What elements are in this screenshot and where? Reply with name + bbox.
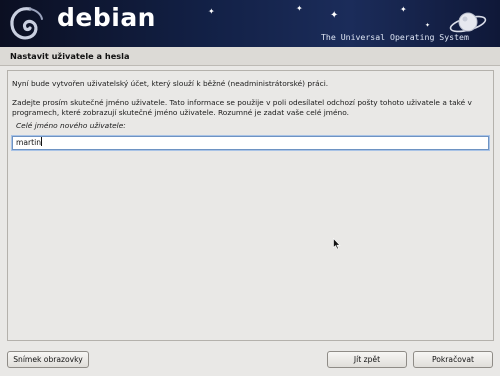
screenshot-button-label: Snímek obrazovky [13, 355, 83, 364]
back-button-label: Jít zpět [353, 355, 381, 364]
intro-text: Nyní bude vytvořen uživatelský účet, kte… [12, 79, 329, 88]
content-panel: Nyní bude vytvořen uživatelský účet, kte… [7, 70, 494, 341]
continue-button-label: Pokračovat [431, 355, 475, 364]
tagline: The Universal Operating System [321, 32, 469, 42]
back-button[interactable]: Jít zpět [327, 351, 407, 368]
mouse-pointer-icon [333, 238, 341, 250]
star-icon: ✦ [425, 22, 431, 29]
debian-banner: debian The Universal Operating System ✦ … [0, 0, 500, 47]
screenshot-button[interactable]: Snímek obrazovky [7, 351, 89, 368]
full-name-label: Celé jméno nového uživatele: [16, 121, 126, 130]
debian-logo-text: debian [57, 3, 156, 32]
star-icon: ✦ [296, 4, 303, 13]
full-name-input[interactable]: martin [12, 136, 489, 150]
text-caret [41, 137, 43, 146]
debian-swirl-icon [10, 7, 43, 40]
page-title-bar: Nastavit uživatele a hesla [0, 47, 500, 66]
full-name-value: martin [16, 138, 42, 147]
star-icon: ✦ [208, 7, 215, 16]
star-icon: ✦ [330, 10, 339, 21]
page-title: Nastavit uživatele a hesla [10, 51, 130, 61]
planet-icon [449, 12, 487, 33]
star-icon: ✦ [400, 5, 407, 14]
continue-button[interactable]: Pokračovat [413, 351, 493, 368]
instructions-text: Zadejte prosím skutečné jméno uživatele.… [12, 98, 472, 117]
